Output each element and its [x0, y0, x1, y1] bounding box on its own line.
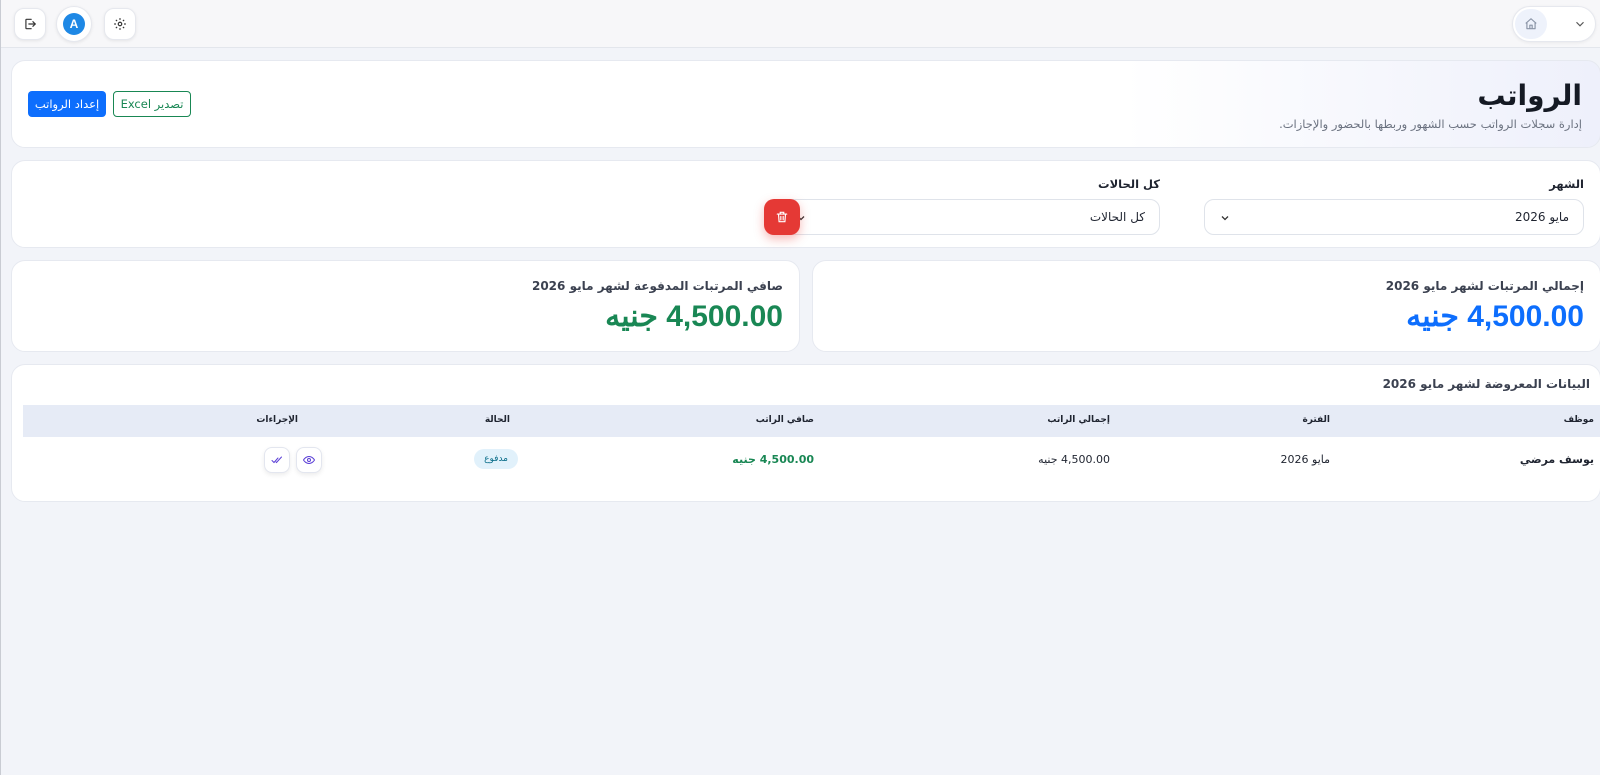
- month-select-value: مايو 2026: [1515, 210, 1569, 224]
- eye-icon: [303, 455, 315, 465]
- paid-salaries-value: 4,500.00 جنيه: [605, 300, 783, 333]
- settings-button[interactable]: [104, 8, 136, 40]
- page-title: الرواتب: [1477, 79, 1582, 112]
- chevron-down-icon: [1221, 216, 1229, 221]
- top-bar: A: [1, 0, 1600, 48]
- cell-period: مايو 2026: [1280, 453, 1330, 466]
- status-badge: مدفوع: [474, 449, 518, 469]
- col-gross: إجمالي الراتب: [1047, 415, 1110, 425]
- page-subtitle: إدارة سجلات الرواتب حسب الشهور وربطها با…: [1279, 117, 1582, 131]
- col-status: الحالة: [484, 415, 510, 425]
- chevron-down-icon[interactable]: [1573, 17, 1587, 31]
- prepare-payroll-button[interactable]: إعداد الرواتب: [28, 91, 106, 117]
- double-check-icon: [271, 456, 282, 464]
- cell-net: 4,500.00 جنيه: [732, 453, 814, 466]
- export-excel-button[interactable]: تصدير Excel: [113, 91, 191, 117]
- view-button[interactable]: [296, 447, 322, 473]
- col-net: صافي الراتب: [755, 415, 814, 425]
- page-header: الرواتب إدارة سجلات الرواتب حسب الشهور و…: [11, 60, 1600, 148]
- filters-panel: الشهر مايو 2026 كل الحالات كل الحالات: [11, 160, 1600, 248]
- avatar: A: [63, 13, 85, 35]
- table-row[interactable]: يوسف مرضي مايو 2026 4,500.00 جنيه 4,500.…: [23, 441, 1600, 481]
- total-salaries-card: إجمالي المرتبات لشهر مايو 2026 4,500.00 …: [812, 260, 1600, 352]
- total-salaries-label: إجمالي المرتبات لشهر مايو 2026: [1385, 279, 1584, 293]
- logout-icon: [25, 18, 36, 30]
- table-title: البيانات المعروضة لشهر مايو 2026: [1382, 377, 1590, 391]
- paid-salaries-card: صافي المرتبات المدفوعة لشهر مايو 2026 4,…: [11, 260, 800, 352]
- status-select[interactable]: كل الحالات: [780, 199, 1160, 235]
- col-period: الفترة: [1302, 415, 1330, 425]
- logout-button[interactable]: [14, 8, 46, 40]
- total-salaries-value: 4,500.00 جنيه: [1406, 300, 1584, 333]
- settings-icon: [114, 18, 126, 30]
- month-select[interactable]: مايو 2026: [1204, 199, 1584, 235]
- cell-gross: 4,500.00 جنيه: [1038, 453, 1110, 466]
- col-employee: موظف: [1563, 415, 1594, 425]
- month-label: الشهر: [1549, 177, 1584, 191]
- cell-employee: يوسف مرضي: [1519, 453, 1594, 466]
- user-menu-button[interactable]: A: [56, 6, 92, 42]
- status-label: كل الحالات: [1098, 177, 1160, 191]
- home-icon: [1525, 18, 1537, 30]
- trash-icon: [776, 211, 788, 223]
- paid-salaries-label: صافي المرتبات المدفوعة لشهر مايو 2026: [531, 279, 783, 293]
- home-nav[interactable]: [1512, 6, 1596, 42]
- table-header: موظف الفترة إجمالي الراتب صافي الراتب ال…: [23, 405, 1600, 437]
- mark-paid-button[interactable]: [264, 447, 290, 473]
- home-button[interactable]: [1515, 9, 1547, 39]
- col-actions: الإجراءات: [256, 415, 298, 425]
- payroll-table-card: البيانات المعروضة لشهر مايو 2026 موظف ال…: [11, 364, 1600, 502]
- clear-filters-button[interactable]: [764, 199, 800, 235]
- status-select-value: كل الحالات: [1089, 210, 1145, 224]
